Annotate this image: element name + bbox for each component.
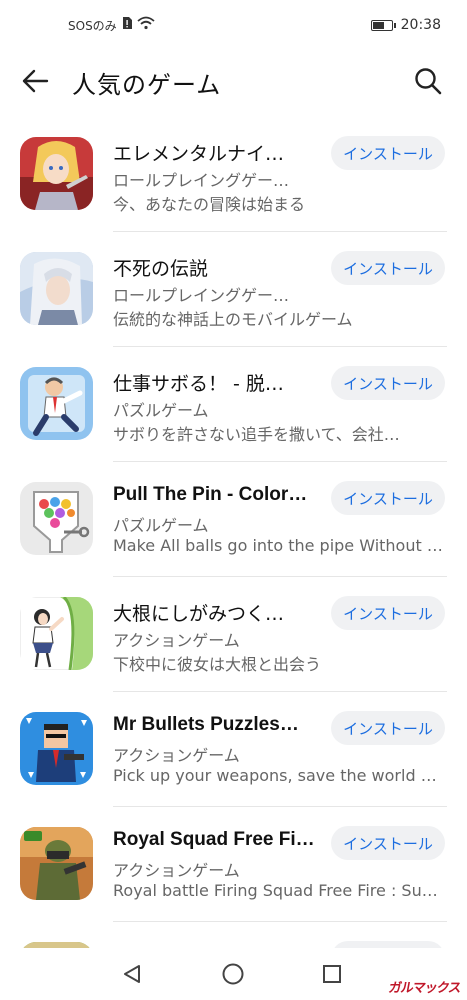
list-item[interactable]: Royal Squad Free Fi… アクションゲーム Royal batt… <box>0 807 467 922</box>
install-button[interactable]: インストール <box>331 826 445 860</box>
app-category: ロールプレイングゲー… <box>113 286 290 305</box>
sim-alert-icon <box>121 16 133 34</box>
app-description: 伝統的な神話上のモバイルゲーム <box>113 310 353 329</box>
app-category: ロールプレイングゲー… <box>113 171 290 190</box>
watermark-logo: ガルマックス <box>387 981 462 996</box>
app-description: 下校中に彼女は大根と出会う <box>113 655 322 674</box>
app-list: エレメンタルナイ… ロールプレイングゲー… 今、あなたの冒険は始まる インストー… <box>0 117 467 962</box>
nav-home-icon[interactable] <box>219 960 247 988</box>
app-description: Pick up your weapons, save the world n… <box>113 766 443 785</box>
knight-girl-icon[interactable] <box>20 137 93 210</box>
app-name: Mr Bullets Puzzles… <box>113 714 299 735</box>
list-item[interactable]: Mr Bullets Puzzles… アクションゲーム Pick up you… <box>0 692 467 807</box>
back-arrow-icon[interactable] <box>18 64 52 98</box>
app-category: アクションゲーム <box>113 861 240 880</box>
app-category: アクションゲーム <box>113 746 240 765</box>
app-category: パズルゲーム <box>113 516 209 535</box>
app-description: Royal battle Firing Squad Free Fire : Su… <box>113 881 443 900</box>
app-name: Royal Squad Free Fi… <box>113 829 315 850</box>
navigation-bar: ガルマックス <box>0 948 467 1000</box>
carrier-label: SOSのみ <box>68 18 117 33</box>
app-category: パズルゲーム <box>113 401 209 420</box>
list-item[interactable]: エレメンタルナイ… ロールプレイングゲー… 今、あなたの冒険は始まる インストー… <box>0 117 467 232</box>
status-bar: SOSのみ 20:38 <box>0 0 467 50</box>
app-bar: 人気のゲーム <box>0 52 467 108</box>
app-name: Pull The Pin - Color… <box>113 484 308 505</box>
install-button[interactable]: インストール <box>331 251 445 285</box>
install-button[interactable]: インストール <box>331 366 445 400</box>
girl-radish-icon[interactable] <box>20 597 93 670</box>
nav-back-icon[interactable] <box>118 960 146 988</box>
list-item[interactable]: 仕事サボる！ - 脱… パズルゲーム サボりを許さない追手を撒いて、会社… イン… <box>0 347 467 462</box>
balls-pin-icon[interactable] <box>20 482 93 555</box>
running-man-icon[interactable] <box>20 367 93 440</box>
list-item[interactable]: 不死の伝説 ロールプレイングゲー… 伝統的な神話上のモバイルゲーム インストール <box>0 232 467 347</box>
battery-icon <box>370 19 396 31</box>
app-description: サボりを許さない追手を撒いて、会社… <box>113 425 400 444</box>
list-item[interactable]: 大根にしがみつく… アクションゲーム 下校中に彼女は大根と出会う インストール <box>0 577 467 692</box>
install-button[interactable]: インストール <box>331 481 445 515</box>
nav-recents-icon[interactable] <box>318 960 346 988</box>
app-name: 大根にしがみつく… <box>113 603 285 625</box>
install-button[interactable]: インストール <box>331 136 445 170</box>
agent-suit-icon[interactable] <box>20 712 93 785</box>
install-button[interactable]: インストール <box>331 596 445 630</box>
app-name: 不死の伝説 <box>113 258 209 280</box>
app-category: アクションゲーム <box>113 631 240 650</box>
status-left: SOSのみ <box>68 16 155 34</box>
soldier-icon[interactable] <box>20 827 93 900</box>
app-name: 仕事サボる！ - 脱… <box>113 373 284 395</box>
install-button[interactable]: インストール <box>331 711 445 745</box>
list-item[interactable]: Pull The Pin - Color… パズルゲーム Make All ba… <box>0 462 467 577</box>
app-description: Make All balls go into the pipe Without … <box>113 536 443 555</box>
search-icon[interactable] <box>411 64 445 98</box>
clock: 20:38 <box>400 17 441 33</box>
status-right: 20:38 <box>370 17 441 33</box>
wifi-icon <box>137 16 155 34</box>
app-description: 今、あなたの冒険は始まる <box>113 195 306 214</box>
app-name: エレメンタルナイ… <box>113 143 285 165</box>
page-title: 人気のゲーム <box>72 71 222 99</box>
silver-hair-hero-icon[interactable] <box>20 252 93 325</box>
